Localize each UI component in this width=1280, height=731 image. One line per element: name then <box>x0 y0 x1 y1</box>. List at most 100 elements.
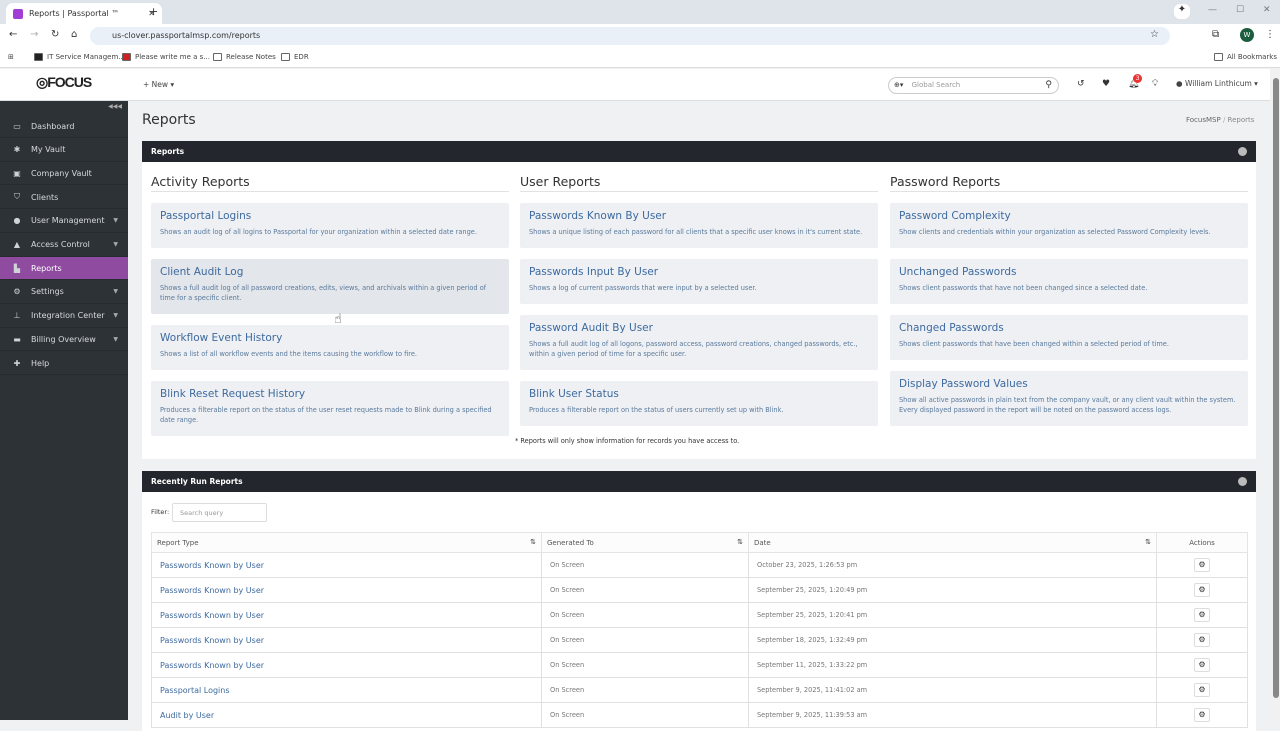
report-type-link[interactable]: Passwords Known by User <box>151 602 542 628</box>
report-card[interactable]: Passwords Known By User Shows a unique li… <box>520 203 878 248</box>
sort-icon[interactable]: ⇅ <box>737 538 743 546</box>
sidebar-item-settings[interactable]: ⚙ Settings ▼ <box>0 281 128 304</box>
maximize-button[interactable]: ☐ <box>1236 5 1244 15</box>
sort-icon[interactable]: ⇅ <box>1145 538 1151 546</box>
collapse-sidebar-icon[interactable]: ◀◀◀ <box>108 103 122 110</box>
favorites-heart-icon[interactable]: ♥ <box>1102 79 1110 89</box>
sidebar-item-my-vault[interactable]: ✱ My Vault <box>0 139 128 162</box>
sidebar-item-company-vault[interactable]: ▣ Company Vault <box>0 162 128 186</box>
sidebar-item-dashboard[interactable]: ▭ Dashboard <box>0 115 128 138</box>
generated-to-cell: On Screen <box>541 652 749 678</box>
report-title[interactable]: Display Password Values <box>899 378 1239 390</box>
search-icon[interactable]: ⚲ <box>1045 80 1052 90</box>
report-type-link[interactable]: Passwords Known by User <box>151 577 542 603</box>
report-title[interactable]: Workflow Event History <box>160 332 500 344</box>
report-card[interactable]: Unchanged Passwords Shows client password… <box>890 259 1248 304</box>
report-title[interactable]: Passwords Input By User <box>529 266 869 278</box>
sidebar-item-access-control[interactable]: ▲ Access Control ▼ <box>0 234 128 257</box>
report-type-link[interactable]: Audit by User <box>151 702 542 728</box>
reports-panel: Reports Activity Reports Passportal Login… <box>142 141 1256 459</box>
scrollbar-thumb[interactable] <box>1273 78 1279 698</box>
report-title[interactable]: Changed Passwords <box>899 322 1239 334</box>
back-icon[interactable]: ← <box>9 29 17 40</box>
gear-icon[interactable]: ⚙ <box>1194 558 1210 572</box>
gemini-icon[interactable]: ✦ <box>1174 4 1190 19</box>
sidebar-item-clients[interactable]: ⛉ Clients <box>0 186 128 210</box>
global-search[interactable]: ⊕▾ Global Search ⚲ <box>888 77 1059 94</box>
bookmark-folder[interactable]: EDR <box>281 53 309 61</box>
report-type-link[interactable]: Passwords Known by User <box>151 627 542 653</box>
report-card[interactable]: Password Complexity Show clients and cred… <box>890 203 1248 248</box>
browser-tab[interactable]: Reports | Passportal ™ ✕ <box>6 3 162 24</box>
panel-toggle-icon[interactable] <box>1238 477 1247 486</box>
bookmark-folder[interactable]: Release Notes <box>213 53 276 61</box>
browser-menu-icon[interactable]: ⋮ <box>1265 29 1275 40</box>
gear-icon[interactable]: ⚙ <box>1194 683 1210 697</box>
report-title[interactable]: Passportal Logins <box>160 210 500 222</box>
gear-icon[interactable]: ⚙ <box>1194 608 1210 622</box>
sidebar-item-user-management[interactable]: ● User Management ▼ <box>0 210 128 233</box>
global-search-input[interactable]: Global Search <box>912 81 961 89</box>
filter-label: Filter: <box>151 508 170 516</box>
page-title: Reports <box>142 112 196 128</box>
bookmark-star-icon[interactable]: ☆ <box>1150 29 1159 40</box>
generated-to-cell: On Screen <box>541 677 749 703</box>
new-menu-button[interactable]: + New ▾ <box>143 80 174 89</box>
report-card[interactable]: Blink User Status Produces a filterable r… <box>520 381 878 426</box>
report-card[interactable]: Display Password Values Show all active p… <box>890 371 1248 426</box>
sidebar-item-help[interactable]: ✚ Help <box>0 352 128 375</box>
history-icon[interactable]: ↺ <box>1077 79 1085 89</box>
reports-panel-header: Reports <box>142 141 1256 162</box>
breadcrumb-home[interactable]: FocusMSP <box>1186 116 1221 124</box>
generated-to-cell: On Screen <box>541 627 749 653</box>
sort-icon[interactable]: ⇅ <box>530 538 536 546</box>
gear-icon[interactable]: ⚙ <box>1194 583 1210 597</box>
home-icon[interactable]: ⌂ <box>71 29 77 40</box>
report-card[interactable]: Passportal Logins Shows an audit log of a… <box>151 203 509 248</box>
profile-avatar[interactable]: W <box>1240 28 1254 42</box>
report-card[interactable]: Password Audit By User Shows a full audit… <box>520 315 878 370</box>
column-header-report-type[interactable]: Report Type ⇅ <box>151 532 542 553</box>
report-type-link[interactable]: Passwords Known by User <box>151 652 542 678</box>
report-title[interactable]: Unchanged Passwords <box>899 266 1239 278</box>
bookmark-item[interactable]: Please write me a s... <box>122 53 210 61</box>
column-header-generated-to[interactable]: Generated To ⇅ <box>541 532 749 553</box>
extensions-icon[interactable]: ⧉ <box>1212 29 1219 40</box>
column-header-date[interactable]: Date ⇅ <box>748 532 1157 553</box>
report-title[interactable]: Password Complexity <box>899 210 1239 222</box>
sidebar-item-integration-center[interactable]: ⊥ Integration Center ▼ <box>0 305 128 328</box>
report-title[interactable]: Blink Reset Request History <box>160 388 500 400</box>
apps-icon[interactable]: ⊞ <box>8 53 14 61</box>
panel-toggle-icon[interactable] <box>1238 147 1247 156</box>
report-card[interactable]: Client Audit Log Shows a full audit log o… <box>151 259 509 314</box>
gear-icon[interactable]: ⚙ <box>1194 633 1210 647</box>
focus-msp-logo[interactable]: ◎FOCUS <box>36 74 96 91</box>
report-card[interactable]: Workflow Event History Shows a list of al… <box>151 325 509 370</box>
forward-icon[interactable]: → <box>30 29 38 40</box>
report-card[interactable]: Passwords Input By User Shows a log of cu… <box>520 259 878 304</box>
all-bookmarks[interactable]: All Bookmarks <box>1214 53 1277 61</box>
sidebar-item-billing-overview[interactable]: ▬ Billing Overview ▼ <box>0 328 128 352</box>
user-menu[interactable]: ● William Linthicum ▾ <box>1176 79 1258 88</box>
report-title[interactable]: Client Audit Log <box>160 266 500 278</box>
gear-icon[interactable]: ⚙ <box>1194 658 1210 672</box>
close-window-button[interactable]: ✕ <box>1263 5 1271 15</box>
report-type-link[interactable]: Passportal Logins <box>151 677 542 703</box>
reload-icon[interactable]: ↻ <box>51 29 59 40</box>
bookmark-item[interactable]: IT Service Managem... <box>34 53 125 61</box>
minimize-button[interactable]: — <box>1208 5 1217 15</box>
report-title[interactable]: Password Audit By User <box>529 322 869 334</box>
sidebar-item-reports[interactable]: ▙ Reports <box>0 257 128 281</box>
filter-search-input[interactable]: Search query <box>172 503 267 522</box>
url-field[interactable]: us-clover.passportalmsp.com/reports <box>90 27 1170 45</box>
globe-icon[interactable]: ⊕▾ <box>894 81 903 89</box>
actions-cell: ⚙ <box>1156 627 1248 653</box>
report-type-link[interactable]: Passwords Known by User <box>151 552 542 578</box>
report-title[interactable]: Passwords Known By User <box>529 210 869 222</box>
report-card[interactable]: Changed Passwords Shows client passwords … <box>890 315 1248 360</box>
report-card[interactable]: Blink Reset Request History Produces a fi… <box>151 381 509 436</box>
new-tab-button[interactable]: + <box>149 5 158 18</box>
page-scrollbar[interactable] <box>1272 70 1280 720</box>
lightbulb-icon[interactable]: 💡︎ <box>1152 79 1158 89</box>
report-title[interactable]: Blink User Status <box>529 388 869 400</box>
